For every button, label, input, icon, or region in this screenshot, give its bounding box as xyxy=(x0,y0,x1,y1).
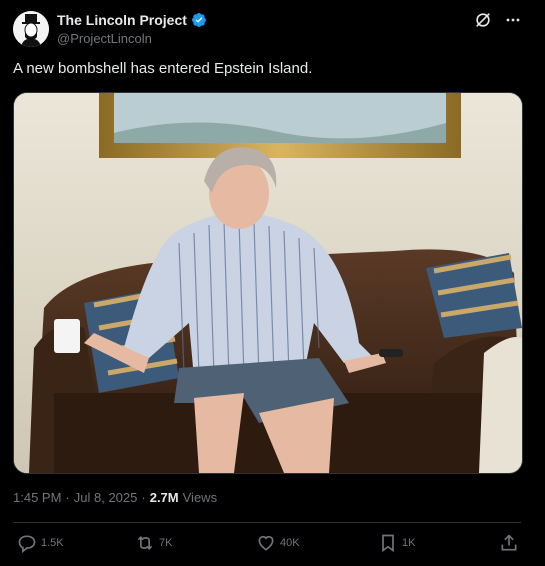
grok-button[interactable] xyxy=(473,10,493,30)
repost-icon xyxy=(137,535,153,551)
views-count: 2.7M xyxy=(149,490,179,505)
reply-count: 1.5K xyxy=(41,537,64,549)
action-bar: 1.5K 7K 40K 1K xyxy=(13,533,523,557)
like-button[interactable]: 40K xyxy=(256,533,300,553)
author-name[interactable]: The Lincoln Project xyxy=(57,12,187,28)
verified-badge-icon xyxy=(191,13,206,27)
share-icon xyxy=(501,534,517,551)
repost-button[interactable]: 7K xyxy=(135,533,172,553)
tweet: The Lincoln Project @ProjectLincoln A ne… xyxy=(0,0,545,566)
avatar[interactable] xyxy=(13,11,49,47)
top-actions xyxy=(473,10,523,30)
divider xyxy=(13,522,521,523)
more-button[interactable] xyxy=(503,10,523,30)
author-block: The Lincoln Project @ProjectLincoln xyxy=(57,11,207,46)
bookmark-button[interactable]: 1K xyxy=(378,533,415,553)
tweet-photo[interactable] xyxy=(13,92,523,474)
tweet-meta: 1:45 PM · Jul 8, 2025 · 2.7M Views xyxy=(13,490,217,505)
repost-count: 7K xyxy=(159,537,173,549)
like-icon xyxy=(258,535,274,551)
tweet-time[interactable]: 1:45 PM xyxy=(13,490,61,505)
bookmark-count: 1K xyxy=(402,537,416,549)
share-button[interactable] xyxy=(499,533,519,553)
views-label: Views xyxy=(182,490,218,505)
meta-separator: · xyxy=(141,490,146,505)
author-handle[interactable]: @ProjectLincoln xyxy=(57,31,207,46)
more-icon xyxy=(506,18,520,22)
grok-icon xyxy=(476,13,490,27)
reply-button[interactable]: 1.5K xyxy=(17,533,64,553)
meta-separator: · xyxy=(65,490,70,505)
tweet-text: A new bombshell has entered Epstein Isla… xyxy=(13,60,313,77)
photo-man-on-sofa xyxy=(14,93,522,473)
reply-icon xyxy=(18,535,36,553)
bookmark-icon xyxy=(382,534,394,553)
lincoln-portrait-icon xyxy=(13,11,49,47)
like-count: 40K xyxy=(280,537,300,549)
tweet-date[interactable]: Jul 8, 2025 xyxy=(74,490,138,505)
